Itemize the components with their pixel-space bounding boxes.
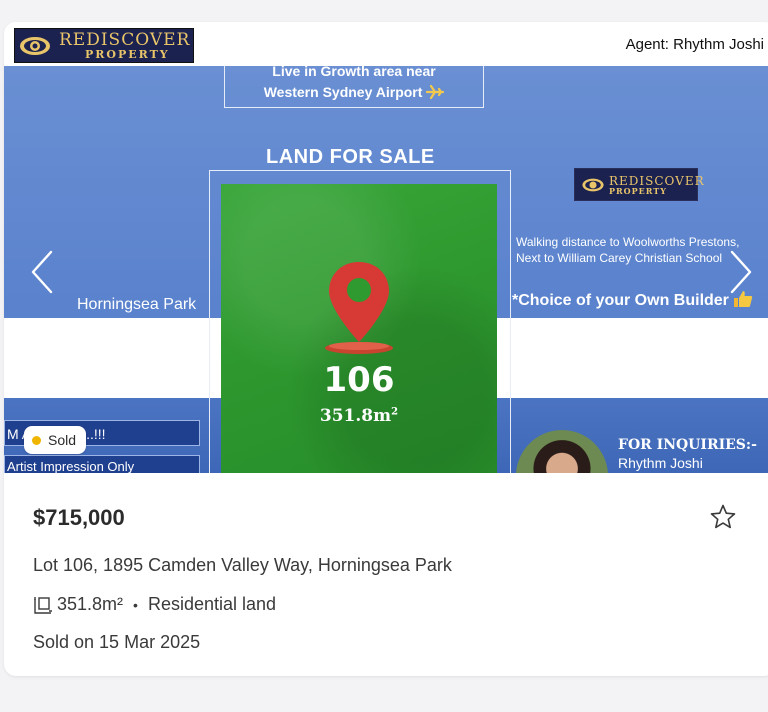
grass-lot-image: 106 351.8m2 — [221, 184, 497, 473]
builder-text: *Choice of your Own Builder — [512, 292, 729, 309]
feature-separator: • — [133, 596, 138, 613]
land-size-value: 351.8m² — [57, 594, 124, 614]
growth-line-1: Live in Growth area near — [272, 66, 436, 79]
land-for-sale-heading: LAND FOR SALE — [266, 146, 435, 168]
sold-date: Sold on 15 Mar 2025 — [33, 632, 201, 652]
save-listing-button[interactable] — [709, 503, 737, 531]
chevron-left-icon — [29, 249, 55, 300]
eye-icon — [15, 29, 55, 62]
card-header: REDISCOVER PROPERTY Agent: Rhythm Joshi — [4, 22, 768, 66]
agent-name: Agent: Rhythm Joshi — [625, 36, 764, 53]
eye-icon — [581, 177, 605, 193]
lot-area-value: 351.8m — [319, 406, 392, 426]
agency-logo: REDISCOVER PROPERTY — [14, 28, 194, 63]
status-label: Sold — [48, 432, 77, 448]
airplane-icon — [426, 84, 445, 100]
artist-impression-banner: Artist Impression Only — [4, 455, 200, 473]
location-pin-icon — [323, 260, 395, 363]
next-photo-button[interactable] — [721, 244, 761, 304]
property-type: Residential land — [147, 594, 277, 614]
builder-choice-text: *Choice of your Own Builder — [512, 290, 753, 310]
listing-card[interactable]: REDISCOVER PROPERTY Agent: Rhythm Joshi … — [4, 22, 768, 676]
land-size-icon — [33, 595, 53, 615]
listing-address[interactable]: Lot 106, 1895 Camden Valley Way, Horning… — [33, 555, 452, 576]
inquiries-label: FOR INQUIRIES:- — [618, 437, 757, 453]
listing-photo[interactable]: Live in Growth area near Western Sydney … — [4, 66, 768, 473]
logo-word-property: PROPERTY — [85, 47, 170, 61]
lot-area-label: 351.8m2 — [221, 406, 497, 426]
small-logo-word-property: PROPERTY — [609, 185, 667, 196]
listing-price: $715,000 — [33, 505, 125, 530]
listing-features: 351.8m² • Residential land — [33, 594, 276, 615]
status-dot-icon — [32, 435, 41, 445]
star-outline-icon — [709, 504, 737, 535]
small-logo-word-rediscover: REDISCOVER — [609, 173, 705, 188]
growth-area-banner: Live in Growth area near Western Sydney … — [224, 66, 484, 108]
inquiries-agent-name: Rhythm Joshi — [618, 455, 703, 471]
listing-details: $715,000 Lot 106, 1895 Camden Valley Way… — [4, 473, 768, 676]
growth-line-2: Western Sydney Airport — [263, 84, 423, 100]
previous-photo-button[interactable] — [22, 244, 62, 304]
agency-logo-small: REDISCOVER PROPERTY — [574, 168, 704, 201]
lot-area-superscript: 2 — [391, 406, 399, 418]
lot-number: 106 — [323, 360, 395, 400]
status-badge: Sold — [24, 426, 87, 454]
chevron-right-icon — [728, 249, 754, 300]
suburb-label: Horningsea Park — [77, 296, 197, 313]
logo-word-rediscover: REDISCOVER — [59, 29, 191, 50]
